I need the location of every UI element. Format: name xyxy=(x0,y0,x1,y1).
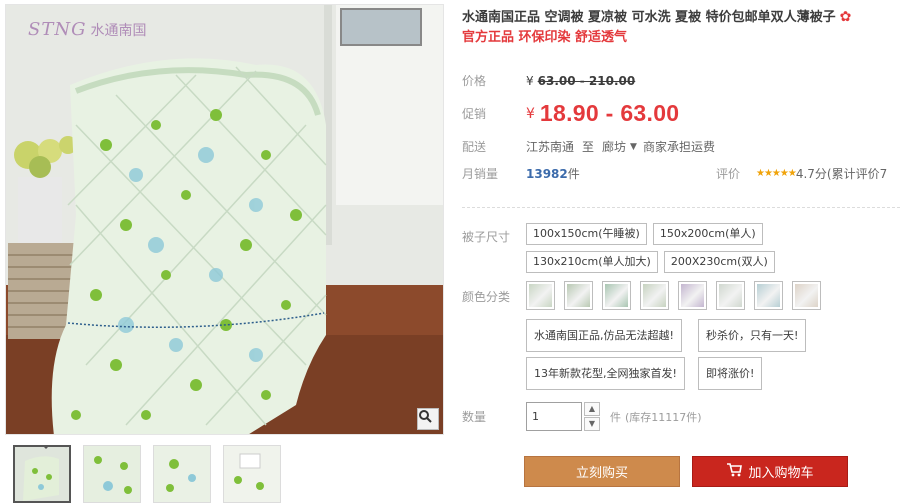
product-gallery: STNG 水通南国 xyxy=(5,4,445,504)
thumbnail-2[interactable] xyxy=(83,445,141,503)
quantity-input[interactable] xyxy=(526,402,582,431)
color-label: 颜色分类 xyxy=(462,290,511,304)
sales-row: 月销量 13982 件 xyxy=(462,165,580,182)
shipping-note: 商家承担运费 xyxy=(642,140,715,154)
product-info-panel: 水通南国正品 空调被 夏凉被 可水洗 夏被 特价包邮单双人薄被子 ✿ 官方正品 环… xyxy=(462,6,900,487)
promo-price: 18.90 - 63.00 xyxy=(539,100,680,126)
flower-icon: ✿ xyxy=(839,9,852,25)
brand-logo: STNG 水通南国 xyxy=(28,19,146,40)
promo-price-label: 促销 xyxy=(462,107,487,121)
quantity-stepper[interactable]: ▲ ▼ xyxy=(584,402,600,431)
shipping-from: 江苏南通 xyxy=(526,140,575,154)
swatch-image xyxy=(529,284,552,307)
product-title-text: 水通南国正品 空调被 夏凉被 可水洗 夏被 特价包邮单双人薄被子 xyxy=(462,10,836,25)
sales-unit: 件 xyxy=(567,167,580,181)
color-swatches xyxy=(526,281,900,310)
zoom-icon[interactable] xyxy=(417,408,439,430)
product-illustration xyxy=(6,5,443,434)
quantity-label: 数量 xyxy=(462,410,487,424)
add-to-cart-button[interactable]: 加入购物车 xyxy=(692,456,848,487)
thumbnail-3[interactable] xyxy=(153,445,211,503)
promo-tag[interactable]: 即将涨价! xyxy=(698,357,763,390)
size-label: 被子尺寸 xyxy=(462,230,511,244)
quantity-unit: 件 xyxy=(610,410,621,424)
buy-now-button[interactable]: 立刻购买 xyxy=(524,456,680,487)
color-swatch[interactable] xyxy=(754,281,783,310)
size-option[interactable]: 100x150cm(午睡被) xyxy=(526,223,647,245)
swatch-image xyxy=(719,284,742,307)
swatch-image xyxy=(643,284,666,307)
promo-tag[interactable]: 13年新款花型,全网独家首发! xyxy=(526,357,685,390)
thumbnail-1[interactable] xyxy=(13,445,71,503)
size-option[interactable]: 130x210cm(单人加大) xyxy=(526,251,658,273)
promo-tag[interactable]: 水通南国正品,仿品无法超越! xyxy=(526,319,682,352)
promo-price-currency: ¥ xyxy=(526,105,535,122)
color-label-row: 颜色分类 xyxy=(462,288,526,305)
stock-text: (库存11117件) xyxy=(625,410,702,424)
thumbnail-strip xyxy=(13,445,281,503)
size-option[interactable]: 150x200cm(单人) xyxy=(652,223,763,245)
active-indicator xyxy=(41,447,51,449)
color-swatch[interactable] xyxy=(640,281,669,310)
color-swatch[interactable] xyxy=(716,281,745,310)
brand-logo-en: STNG xyxy=(28,19,87,40)
shipping-destination[interactable]: 廊坊 xyxy=(602,138,626,155)
main-product-photo[interactable]: STNG 水通南国 xyxy=(5,4,444,435)
swatch-image xyxy=(795,284,818,307)
rating-label: 评价 xyxy=(716,167,741,181)
product-title: 水通南国正品 空调被 夏凉被 可水洗 夏被 特价包邮单双人薄被子 ✿ xyxy=(462,6,900,28)
price-currency: ¥ xyxy=(526,73,534,88)
cart-icon xyxy=(726,462,743,481)
color-swatch[interactable] xyxy=(792,281,821,310)
decrease-icon[interactable]: ▼ xyxy=(584,417,600,431)
shipping-label: 配送 xyxy=(462,140,487,154)
color-swatch[interactable] xyxy=(526,281,555,310)
thumbnail-4[interactable] xyxy=(223,445,281,503)
color-swatch[interactable] xyxy=(564,281,593,310)
original-price: 63.00 - 210.00 xyxy=(537,73,636,88)
chevron-down-icon[interactable]: ▼ xyxy=(630,142,637,152)
brand-logo-cn: 水通南国 xyxy=(90,22,147,39)
rating-stars: ★★★★★ xyxy=(756,168,797,179)
color-swatch[interactable] xyxy=(602,281,631,310)
rating-score[interactable]: 4.7分(累计评价7 xyxy=(796,165,887,182)
swatch-image xyxy=(757,284,780,307)
color-swatch[interactable] xyxy=(678,281,707,310)
size-options: 100x150cm(午睡被) 150x200cm(单人) 130x210cm(单… xyxy=(526,223,900,273)
swatch-image xyxy=(567,284,590,307)
price-label: 价格 xyxy=(462,74,487,88)
shipping-row: 配送 江苏南通 至 廊坊 ▼ 商家承担运费 xyxy=(462,138,715,155)
increase-icon[interactable]: ▲ xyxy=(584,402,600,416)
price-row: 价格 ¥ 63.00 - 210.00 xyxy=(462,72,635,89)
buy-now-label: 立刻购买 xyxy=(575,466,628,481)
promo-price-row: 促销 ¥ 18.90 - 63.00 xyxy=(462,100,679,127)
swatch-image xyxy=(605,284,628,307)
promo-tag[interactable]: 秒杀价，只有一天! xyxy=(698,319,807,352)
size-option[interactable]: 200X230cm(双人) xyxy=(663,251,775,273)
sales-count: 13982 xyxy=(526,166,568,181)
size-label-row: 被子尺寸 xyxy=(462,228,526,245)
shipping-to-word: 至 xyxy=(582,140,595,154)
add-to-cart-label: 加入购物车 xyxy=(748,466,814,481)
sales-label: 月销量 xyxy=(462,167,499,181)
divider xyxy=(462,207,900,208)
product-subtitle: 官方正品 环保印染 舒适透气 xyxy=(462,30,628,45)
swatch-image xyxy=(681,284,704,307)
quantity-row: 数量 ▲ ▼ 件 (库存11117件) xyxy=(462,402,702,431)
rating-row: 评价 ★★★★★ 4.7分(累计评价7 xyxy=(716,165,887,182)
